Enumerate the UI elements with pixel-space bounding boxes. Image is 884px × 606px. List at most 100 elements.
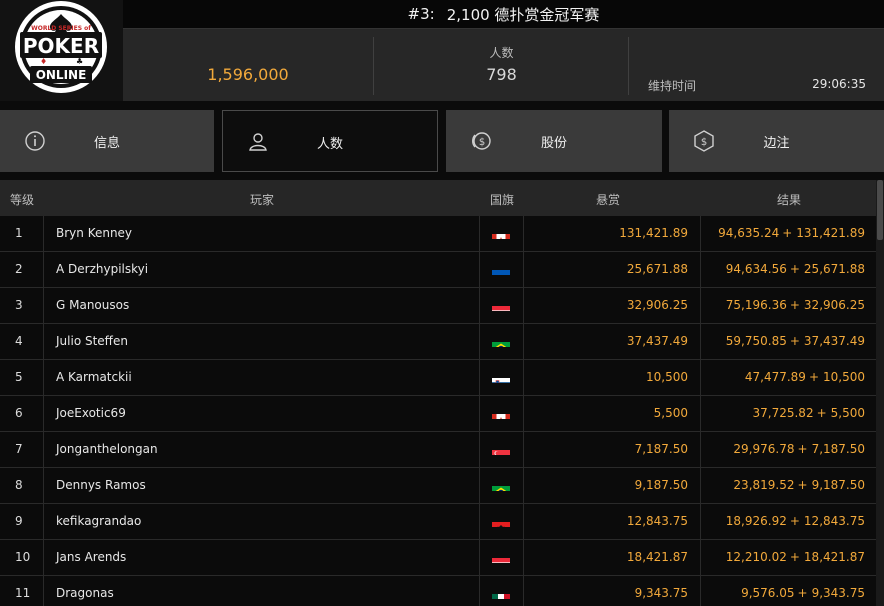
brazil-flag-icon [492, 334, 510, 347]
result-cell: 18,926.92 +12,843.75 [701, 504, 876, 539]
bounty-cell: 32,906.25 [524, 288, 701, 323]
bounty-cell: 9,343.75 [524, 576, 701, 606]
duration-label: 维持时间 [648, 79, 697, 93]
player-name[interactable]: A Derzhypilskyi [43, 252, 479, 287]
result-main: 94,634.56 [725, 262, 787, 276]
rank-cell: 3 [15, 298, 23, 312]
tab-bar: 信息 人数 $ 股份 $ 边注 [0, 110, 884, 172]
table-row[interactable]: 11 Dragonas 9,343.75 9,576.05 +9,343.75 [0, 576, 876, 606]
player-name[interactable]: Dragonas [43, 576, 479, 606]
player-name[interactable]: Jans Arends [43, 540, 479, 575]
logo-top-text: WORLD SERIES of [31, 25, 91, 32]
bounty-cell: 5,500 [524, 396, 701, 431]
result-main: 29,976.78 [733, 442, 795, 456]
tab-players[interactable]: 人数 [222, 110, 438, 172]
flag-cell [479, 504, 524, 539]
result-bounty: 9,343.75 [811, 586, 865, 600]
result-cell: 29,976.78 +7,187.50 [701, 432, 876, 467]
column-header-player[interactable]: 玩家 [250, 191, 274, 208]
column-header-result[interactable]: 结果 [777, 191, 801, 208]
table-row[interactable]: 6 JoeExotic69 5,500 37,725.82 +5,500 [0, 396, 876, 432]
table-row[interactable]: 4 Julio Steffen 37,437.49 59,750.85 +37,437.… [0, 324, 876, 360]
tab-label: 信息 [93, 136, 120, 151]
canada-flag-icon [492, 406, 510, 419]
plus-sign: + [789, 334, 800, 348]
bounty-cell: 37,437.49 [524, 324, 701, 359]
tab-info[interactable]: 信息 [0, 110, 214, 172]
canada-flag-icon [492, 226, 510, 239]
svg-text:♦: ♦ [40, 57, 47, 66]
tab-label: 股份 [540, 136, 567, 151]
column-header-flag[interactable]: 国旗 [490, 191, 514, 208]
table-header: 等级 玩家 国旗 悬赏 结果 [0, 180, 876, 216]
player-name[interactable]: G Manousos [43, 288, 479, 323]
tab-label: 人数 [316, 137, 343, 152]
result-cell: 23,819.52 +9,187.50 [701, 468, 876, 503]
plus-sign: + [808, 370, 819, 384]
plus-sign: + [797, 442, 808, 456]
flag-cell [479, 540, 524, 575]
plus-sign: + [789, 298, 800, 312]
table-row[interactable]: 10 Jans Arends 18,421.87 12,210.02 +18,421.8… [0, 540, 876, 576]
austria-flag-icon [492, 550, 510, 563]
table-row[interactable]: 8 Dennys Ramos 9,187.50 23,819.52 +9,187.50 [0, 468, 876, 504]
flag-cell [479, 360, 524, 395]
player-name[interactable]: JoeExotic69 [43, 396, 479, 431]
rank-cell: 11 [15, 586, 31, 600]
duration-value: 29:06:35 [812, 77, 866, 91]
plus-sign: + [789, 550, 800, 564]
tournament-title: #3: 2,100 德扑赏金冠军赛 [123, 0, 884, 28]
bounty-cell: 10,500 [524, 360, 701, 395]
rank-cell: 2 [15, 262, 23, 276]
table-row[interactable]: 1 Bryn Kenney 131,421.89 94,635.24 +131,421.… [0, 216, 876, 252]
player-name[interactable]: Dennys Ramos [43, 468, 479, 503]
result-main: 94,635.24 [718, 226, 780, 240]
flag-cell [479, 468, 524, 503]
players-label: 人数 [489, 46, 514, 60]
bounty-cell: 25,671.88 [524, 252, 701, 287]
tab-shares[interactable]: $ 股份 [446, 110, 662, 172]
scrollbar-thumb[interactable] [877, 180, 883, 240]
mexico-flag-icon [492, 586, 510, 599]
logo-bottom-text: ONLINE [36, 68, 87, 82]
player-name[interactable]: A Karmatckii [43, 360, 479, 395]
tab-side-bets[interactable]: $ 边注 [669, 110, 884, 172]
player-name[interactable]: Jonganthelongan [43, 432, 479, 467]
player-name[interactable]: kefikagrandao [43, 504, 479, 539]
results-table: 1 Bryn Kenney 131,421.89 94,635.24 +131,421.… [0, 216, 876, 606]
prize-pool: 1,596,000 [207, 65, 289, 84]
scrollbar[interactable] [876, 180, 884, 606]
column-header-bounty[interactable]: 悬赏 [596, 191, 620, 208]
table-row[interactable]: 7 Jonganthelongan 7,187.50 29,976.78 +7,187.… [0, 432, 876, 468]
flag-cell [479, 324, 524, 359]
result-bounty: 131,421.89 [796, 226, 865, 240]
result-bounty: 37,437.49 [803, 334, 865, 348]
result-bounty: 10,500 [823, 370, 865, 384]
table-row[interactable]: 9 kefikagrandao 12,843.75 18,926.92 +12,843.… [0, 504, 876, 540]
flag-cell [479, 576, 524, 606]
albania-flag-icon [492, 514, 510, 527]
result-main: 18,926.92 [725, 514, 787, 528]
brazil-flag-icon [492, 478, 510, 491]
rank-cell: 8 [15, 478, 23, 492]
table-row[interactable]: 3 G Manousos 32,906.25 75,196.36 +32,906.25 [0, 288, 876, 324]
player-name[interactable]: Bryn Kenney [43, 216, 479, 251]
flag-cell [479, 252, 524, 287]
flag-cell [479, 396, 524, 431]
result-cell: 75,196.36 +32,906.25 [701, 288, 876, 323]
result-cell: 37,725.82 +5,500 [701, 396, 876, 431]
result-cell: 12,210.02 +18,421.87 [701, 540, 876, 575]
table-row[interactable]: 2A Derzhypilskyi 25,671.88 94,634.56 +25,67… [0, 252, 876, 288]
bounty-cell: 18,421.87 [524, 540, 701, 575]
bounty-cell: 7,187.50 [524, 432, 701, 467]
plus-sign: + [789, 262, 800, 276]
result-cell: 94,635.24 +131,421.89 [701, 216, 876, 251]
result-main: 37,725.82 [752, 406, 814, 420]
table-row[interactable]: 5A Karmatckii 10,500 47,477.89 +10,500 [0, 360, 876, 396]
wsop-online-logo: WORLD SERIES of POKER ONLINE ♦ ♣ [0, 0, 123, 101]
result-main: 75,196.36 [725, 298, 787, 312]
column-header-rank[interactable]: 等级 [10, 191, 34, 208]
plus-sign: + [789, 514, 800, 528]
player-name[interactable]: Julio Steffen [43, 324, 479, 359]
rank-cell: 6 [15, 406, 23, 420]
